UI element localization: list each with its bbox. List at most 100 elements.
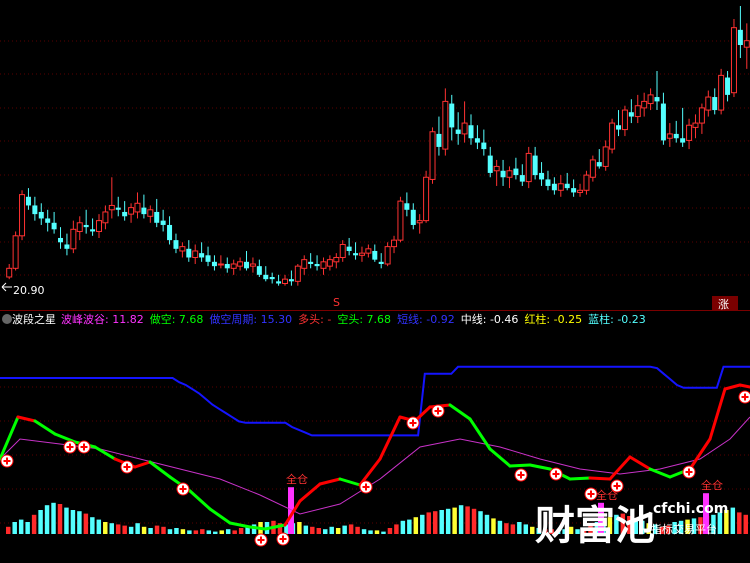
- candle-body: [737, 29, 743, 46]
- osc-bar: [374, 530, 380, 534]
- indicator-field-6: 中线:: [460, 313, 487, 326]
- osc-bar: [432, 511, 438, 534]
- candle-body: [122, 211, 128, 217]
- osc-bar: [206, 530, 212, 534]
- price-chart: 20.90 S 涨: [0, 6, 750, 310]
- candle-body: [147, 209, 154, 217]
- indicator-name[interactable]: 波段之星: [12, 313, 56, 326]
- osc-bar: [18, 519, 24, 534]
- buy-signal-icon: [0, 454, 14, 468]
- candle-body: [83, 224, 89, 228]
- candle-body: [308, 261, 314, 264]
- candle-body: [51, 222, 57, 230]
- candle-body: [545, 179, 551, 186]
- indicator-field-value-4: 7.68: [363, 313, 392, 326]
- candle-body: [339, 243, 346, 258]
- candle-body: [461, 122, 468, 135]
- candle-body: [628, 112, 634, 117]
- osc-bar: [6, 526, 11, 534]
- osc-bar: [348, 524, 354, 534]
- full-position-label: 全仓: [286, 472, 308, 486]
- osc-bar: [90, 517, 95, 534]
- osc-bar: [445, 508, 451, 534]
- candle-body: [532, 155, 538, 176]
- candle-body: [154, 211, 160, 223]
- candle-body: [301, 259, 308, 269]
- osc-bar: [387, 528, 393, 534]
- osc-bar: [180, 529, 186, 534]
- osc-bar: [297, 522, 302, 534]
- osc-bar: [135, 523, 140, 534]
- buy-signal-icon: [406, 416, 420, 430]
- swing-line-segment: [53, 432, 77, 444]
- watermark-brand: 财富池: [535, 503, 655, 549]
- candle-body: [571, 188, 577, 193]
- candle-body: [621, 109, 628, 131]
- candle-body: [442, 100, 449, 150]
- candle-body: [269, 276, 275, 280]
- candle-body: [6, 267, 13, 278]
- swing-line-segment: [628, 455, 652, 471]
- osc-bar: [44, 505, 50, 534]
- osc-bar: [497, 520, 503, 534]
- signal-marker: S: [333, 296, 340, 309]
- osc-bar: [478, 511, 483, 534]
- osc-bar: [420, 514, 425, 534]
- swing-line-segment: [188, 489, 212, 511]
- candle-body: [416, 220, 423, 224]
- candle-body: [449, 103, 455, 128]
- indicator-field-value-0: 11.82: [108, 313, 144, 326]
- buy-signal-icon: [549, 467, 563, 481]
- settings-icon[interactable]: [2, 314, 12, 324]
- osc-bar: [439, 510, 444, 534]
- candle-body: [64, 244, 70, 249]
- osc-bar: [148, 528, 153, 534]
- swing-line-segment: [208, 507, 232, 525]
- candle-body: [282, 278, 288, 284]
- swing-line-segment: [378, 415, 402, 461]
- candle-body: [557, 183, 564, 191]
- osc-bar: [329, 526, 334, 534]
- candle-body: [237, 261, 244, 267]
- osc-bar: [51, 502, 56, 534]
- indicator-field-2: 做空周期:: [209, 313, 258, 326]
- indicator-field-7: 红柱:: [524, 313, 551, 326]
- candle-body: [712, 97, 718, 111]
- candle-body: [263, 274, 269, 280]
- candle-body: [276, 281, 282, 284]
- swing-line-segment: [338, 477, 362, 487]
- candle-body: [616, 125, 622, 130]
- candle-body: [230, 263, 237, 269]
- osc-bar: [225, 529, 231, 534]
- candle-body: [725, 77, 731, 95]
- indicator-field-value-8: -0.23: [613, 313, 646, 326]
- candle-body: [551, 183, 557, 191]
- candle-body: [730, 27, 737, 94]
- swing-line-segment: [468, 417, 492, 451]
- candle-body: [660, 103, 666, 141]
- candle-body: [19, 194, 26, 237]
- swing-line-segment: [448, 403, 472, 421]
- candle-body: [141, 207, 147, 215]
- osc-bar: [426, 512, 431, 534]
- swing-line-segment: [648, 467, 672, 479]
- candle-body: [596, 162, 602, 167]
- indicator-info-bar: 波段之星 波峰波谷: 11.82 做空: 7.68 做空周期: 15.30 多头: -空…: [0, 311, 750, 329]
- indicator-field-value-3: -: [323, 313, 332, 326]
- osc-bar: [96, 519, 102, 534]
- swing-line-segment: [16, 415, 37, 423]
- osc-bar: [174, 528, 179, 534]
- candle-body: [680, 138, 686, 143]
- buy-signal-icon: [254, 533, 268, 547]
- candle-body: [404, 203, 410, 210]
- candle-body: [160, 220, 166, 225]
- candle-body: [666, 133, 673, 139]
- candle-body: [647, 94, 654, 105]
- osc-bar: [167, 529, 173, 534]
- candle-body: [705, 96, 712, 111]
- candle-body: [90, 229, 96, 232]
- up-badge: 涨: [712, 296, 738, 310]
- osc-bar: [471, 508, 477, 534]
- buy-signal-icon: [77, 440, 91, 454]
- candle-body: [186, 248, 192, 258]
